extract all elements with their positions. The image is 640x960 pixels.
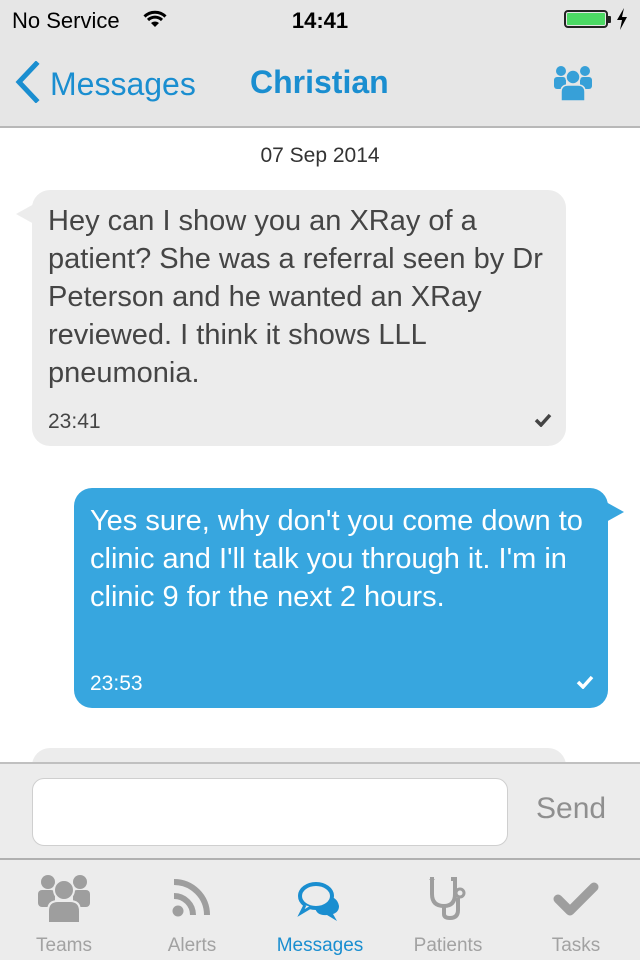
tab-alerts[interactable]: Alerts [128, 860, 256, 960]
date-separator: 07 Sep 2014 [260, 144, 380, 167]
bubble-tail [16, 204, 34, 224]
battery-icon [564, 10, 608, 28]
message-time: 23:53 [90, 672, 143, 695]
clock: 14:41 [291, 8, 349, 33]
tab-messages[interactable]: Messages [256, 860, 384, 960]
rss-icon [171, 876, 213, 923]
message-time: 23:41 [48, 410, 101, 433]
conversation-title: Christian [250, 64, 389, 100]
message-text: Yes sure, why don't you come down to cli… [90, 505, 583, 613]
tab-label: Tasks [551, 935, 601, 956]
checkmark-icon [576, 675, 594, 694]
stethoscope-icon [428, 876, 468, 925]
tab-bar: Teams Alerts Messages Patients Tasks [0, 860, 640, 960]
navigation-bar: Messages Christian [0, 40, 640, 128]
checkmark-icon [534, 413, 552, 432]
chat-bubbles-icon [297, 880, 343, 927]
message-bubble-outgoing[interactable]: Yes sure, why don't you come down to cli… [74, 488, 624, 708]
checkmark-icon [553, 882, 599, 923]
battery-tip [608, 16, 611, 23]
group-icon [553, 66, 593, 106]
bubble-tail [606, 502, 624, 522]
tab-tasks[interactable]: Tasks [512, 860, 640, 960]
message-input[interactable] [32, 778, 508, 846]
charging-bolt-icon [616, 8, 628, 35]
teams-icon [37, 872, 91, 929]
status-bar: No Service 14:41 [0, 0, 640, 40]
message-bubble-incoming[interactable]: Hey can I show you an XRay of a patient?… [16, 190, 566, 446]
message-composer: Send [0, 762, 640, 860]
tab-label: Teams [36, 935, 92, 956]
tab-label: Alerts [167, 935, 217, 956]
battery-level [567, 13, 605, 25]
tab-teams[interactable]: Teams [0, 860, 128, 960]
chevron-left-icon [14, 59, 40, 108]
conversation-view[interactable]: 07 Sep 2014 Hey can I show you an XRay o… [0, 128, 640, 762]
back-button[interactable]: Messages [14, 59, 196, 108]
tab-label: Patients [413, 935, 483, 956]
tab-patients[interactable]: Patients [384, 860, 512, 960]
back-label: Messages [50, 65, 196, 102]
group-button[interactable] [553, 64, 593, 107]
message-text: Hey can I show you an XRay of a patient?… [48, 205, 543, 389]
message-bubble-partial[interactable] [32, 748, 566, 762]
tab-label: Messages [276, 935, 364, 956]
send-button[interactable]: Send [536, 792, 606, 826]
